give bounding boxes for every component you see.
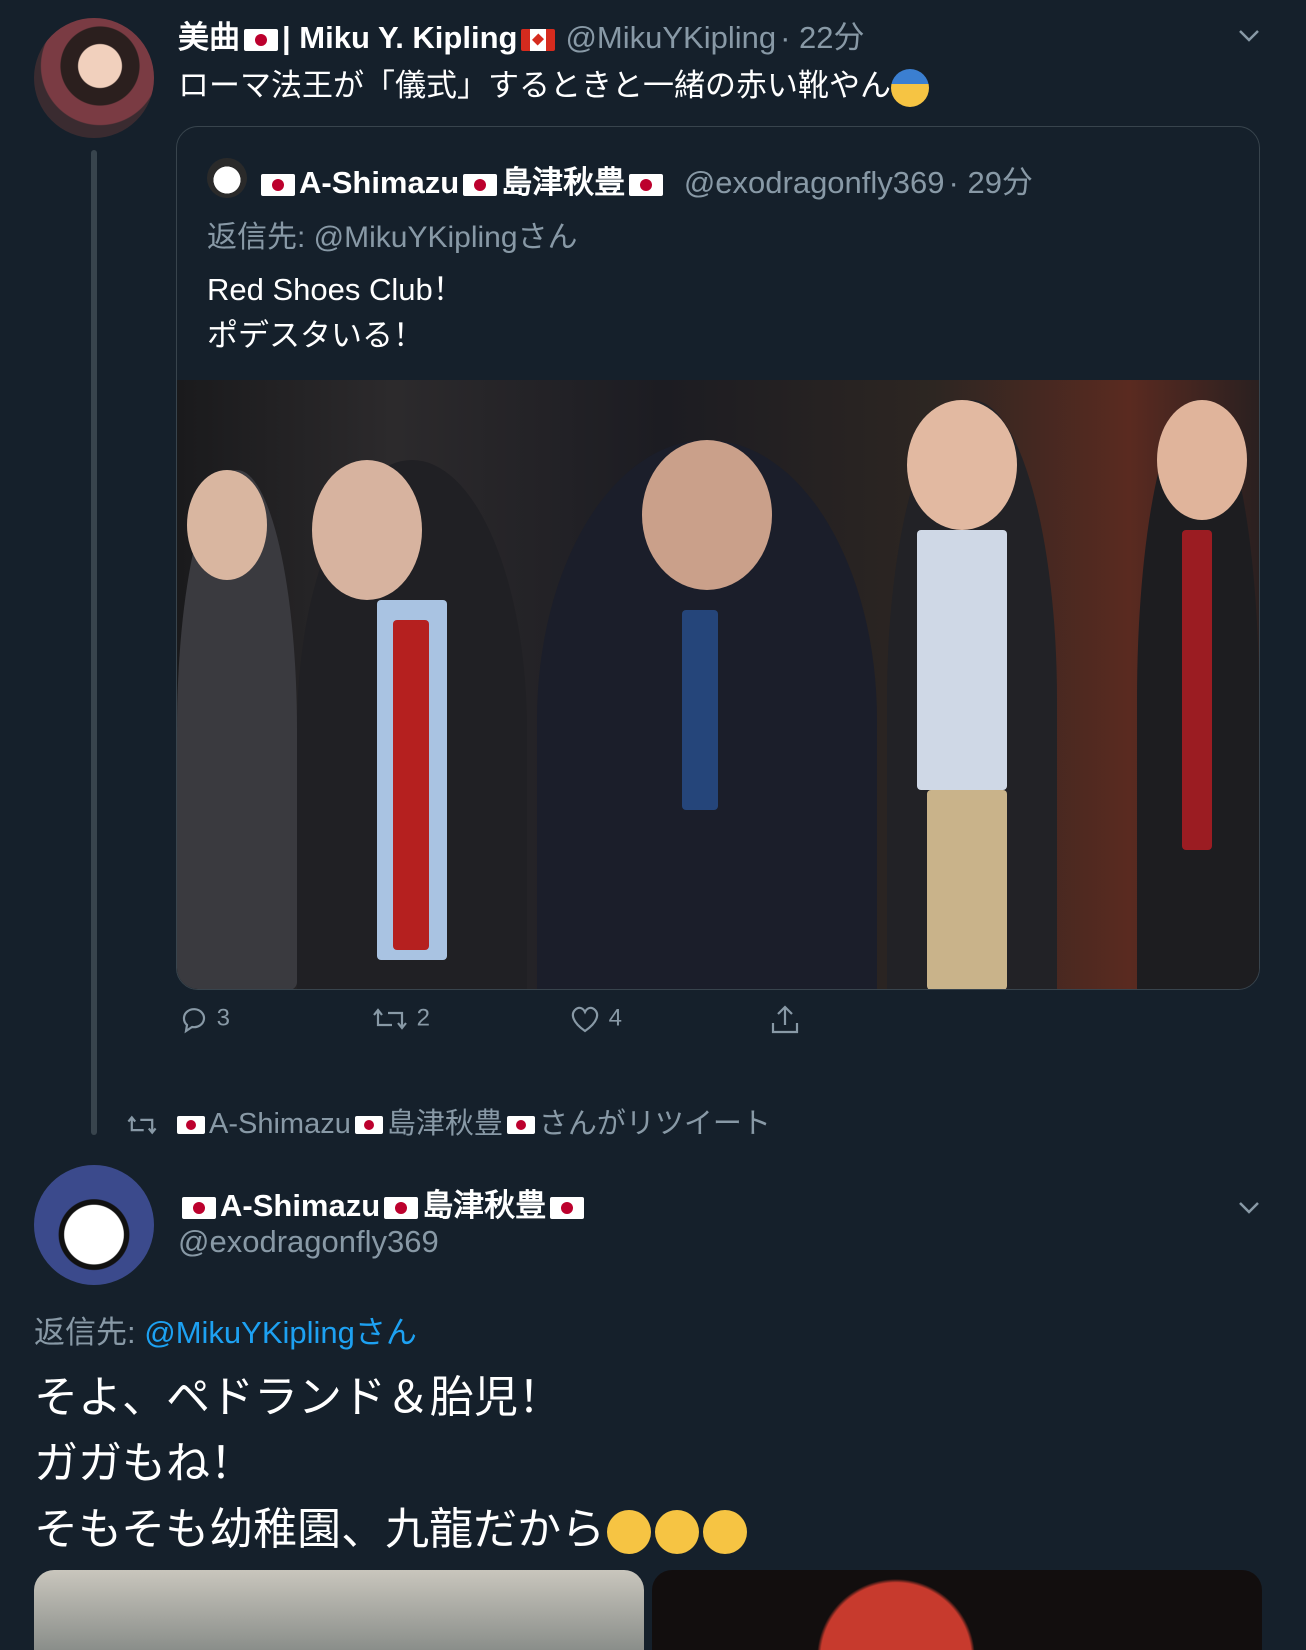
display-name[interactable]: 美曲 [178,20,240,55]
fearful-face-emoji-icon [891,68,929,107]
japan-flag-icon [354,1116,383,1135]
tweet1-text: ローマ法王が「儀式」するときと一緒の赤い靴やん [178,60,929,107]
display-name: A-Shimazu [220,1188,381,1223]
display-name-kanji: 島津秋豊 [422,1188,547,1223]
reply-button[interactable]: 3 [178,1003,230,1035]
retweet-icon [127,1115,157,1135]
tweet-photo[interactable] [177,380,1259,989]
retweet-button[interactable]: 2 [370,1003,430,1035]
like-count: 4 [608,1004,623,1032]
handle[interactable]: @exodragonfly369 [178,1224,439,1260]
handle: @exodragonfly369 [683,165,945,200]
display-name-mid[interactable]: | Miku Y. Kipling [282,20,517,55]
japan-flag-icon [384,1196,419,1219]
chevron-down-icon[interactable] [1236,22,1262,48]
japan-flag-icon [506,1116,535,1135]
handle[interactable]: @MikuYKipling [565,20,776,55]
japan-flag-icon [629,173,664,196]
tweet2-photo-left[interactable] [34,1570,644,1650]
share-button[interactable] [768,1003,802,1037]
avatar-shimazu-small [207,158,247,198]
rofl-emoji-icon [607,1510,652,1555]
display-name: A-Shimazu [299,165,460,200]
avatar-shimazu[interactable] [34,1165,154,1285]
rofl-emoji-icon [703,1510,748,1555]
timestamp[interactable]: · 22分 [780,20,864,55]
japan-flag-icon [261,173,295,196]
tweet2-header[interactable]: A-Shimazu 島津秋豊 [178,1180,588,1225]
reply-icon [182,1008,206,1034]
japan-flag-icon [177,1116,205,1135]
thread-connector [91,150,97,1135]
reply-handle-link[interactable]: @MikuYKiplingさん [144,1315,417,1350]
rofl-emoji-icon [655,1510,700,1555]
quoted-text: Red Shoes Club！ ポデスタいる！ [207,272,464,353]
japan-flag-icon [182,1196,216,1219]
quoted-tweet[interactable]: A-Shimazu 島津秋豊 @exodragonfly369 · 29分 返信先:… [176,126,1260,990]
quoted-header: A-Shimazu 島津秋豊 @exodragonfly369 · 29分 [257,157,1033,202]
timestamp: · 29分 [948,165,1033,200]
retweet-count: 2 [416,1004,431,1032]
reply-count: 3 [216,1004,231,1032]
canada-flag-icon [521,28,556,51]
japan-flag-icon [244,28,278,51]
tweet2-text: そよ、ペドランド＆胎児！ ガガもね！ そもそも幼稚園、九龍だから [34,1365,748,1563]
heart-icon [571,1006,599,1033]
tweet1-header: 美曲 | Miku Y. Kipling @MikuYKipling · 22分 [178,12,865,57]
japan-flag-icon [550,1196,585,1219]
reply-to-line: 返信先: @MikuYKiplingさん [34,1315,417,1350]
japan-flag-icon [463,173,498,196]
reply-to-line: 返信先: @MikuYKiplingさん [207,221,578,254]
tweet2-photo-right[interactable] [652,1570,1262,1650]
avatar-miku[interactable] [34,18,154,138]
retweeted-by-banner[interactable]: A-Shimazu 島津秋豊 さんがリツイート [125,1100,771,1142]
like-button[interactable]: 4 [568,1003,622,1035]
chevron-down-icon[interactable] [1236,1194,1262,1220]
share-icon [771,1005,799,1034]
retweet-icon [373,1008,407,1030]
display-name-kanji: 島津秋豊 [501,165,626,200]
